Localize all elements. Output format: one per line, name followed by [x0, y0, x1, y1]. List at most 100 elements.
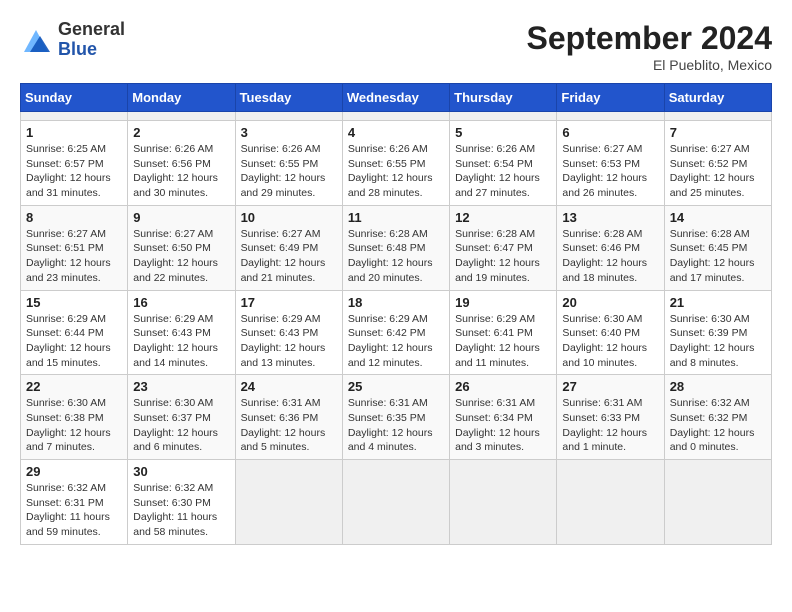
day-number: 15: [26, 295, 122, 310]
day-number: 4: [348, 125, 444, 140]
day-info: Sunrise: 6:30 AM Sunset: 6:37 PM Dayligh…: [133, 396, 229, 455]
weekday-header-saturday: Saturday: [664, 84, 771, 112]
day-info: Sunrise: 6:32 AM Sunset: 6:32 PM Dayligh…: [670, 396, 766, 455]
day-info: Sunrise: 6:27 AM Sunset: 6:51 PM Dayligh…: [26, 227, 122, 286]
calendar-cell: [557, 112, 664, 121]
day-info: Sunrise: 6:26 AM Sunset: 6:55 PM Dayligh…: [241, 142, 337, 201]
calendar-cell: 3 Sunrise: 6:26 AM Sunset: 6:55 PM Daylig…: [235, 121, 342, 206]
calendar-cell: 29 Sunrise: 6:32 AM Sunset: 6:31 PM Dayli…: [21, 460, 128, 545]
calendar-cell: [664, 112, 771, 121]
day-number: 22: [26, 379, 122, 394]
calendar-cell: 23Sunrise: 6:30 AM Sunset: 6:37 PM Dayli…: [128, 375, 235, 460]
weekday-header-wednesday: Wednesday: [342, 84, 449, 112]
day-info: Sunrise: 6:28 AM Sunset: 6:47 PM Dayligh…: [455, 227, 551, 286]
calendar-cell: 2 Sunrise: 6:26 AM Sunset: 6:56 PM Daylig…: [128, 121, 235, 206]
calendar-cell: [664, 460, 771, 545]
calendar-cell: 26Sunrise: 6:31 AM Sunset: 6:34 PM Dayli…: [450, 375, 557, 460]
day-number: 24: [241, 379, 337, 394]
day-number: 25: [348, 379, 444, 394]
calendar-cell: 19 Sunrise: 6:29 AM Sunset: 6:41 PM Dayli…: [450, 290, 557, 375]
day-number: 27: [562, 379, 658, 394]
calendar-cell: [342, 460, 449, 545]
day-info: Sunrise: 6:28 AM Sunset: 6:45 PM Dayligh…: [670, 227, 766, 286]
day-number: 11: [348, 210, 444, 225]
calendar-week-2: 8 Sunrise: 6:27 AM Sunset: 6:51 PM Daylig…: [21, 205, 772, 290]
day-info: Sunrise: 6:32 AM Sunset: 6:31 PM Dayligh…: [26, 481, 122, 540]
calendar-cell: 6 Sunrise: 6:27 AM Sunset: 6:53 PM Daylig…: [557, 121, 664, 206]
calendar-cell: 30Sunrise: 6:32 AM Sunset: 6:30 PM Dayli…: [128, 460, 235, 545]
day-info: Sunrise: 6:28 AM Sunset: 6:46 PM Dayligh…: [562, 227, 658, 286]
calendar-cell: 24Sunrise: 6:31 AM Sunset: 6:36 PM Dayli…: [235, 375, 342, 460]
day-info: Sunrise: 6:27 AM Sunset: 6:53 PM Dayligh…: [562, 142, 658, 201]
calendar-cell: 9Sunrise: 6:27 AM Sunset: 6:50 PM Daylig…: [128, 205, 235, 290]
calendar-cell: 14Sunrise: 6:28 AM Sunset: 6:45 PM Dayli…: [664, 205, 771, 290]
logo-icon: [20, 24, 52, 56]
day-number: 6: [562, 125, 658, 140]
day-number: 8: [26, 210, 122, 225]
day-number: 16: [133, 295, 229, 310]
day-number: 26: [455, 379, 551, 394]
day-info: Sunrise: 6:29 AM Sunset: 6:44 PM Dayligh…: [26, 312, 122, 371]
logo-general: General: [58, 19, 125, 39]
day-info: Sunrise: 6:30 AM Sunset: 6:38 PM Dayligh…: [26, 396, 122, 455]
calendar-table: SundayMondayTuesdayWednesdayThursdayFrid…: [20, 83, 772, 545]
calendar-cell: [557, 460, 664, 545]
calendar-cell: 18Sunrise: 6:29 AM Sunset: 6:42 PM Dayli…: [342, 290, 449, 375]
day-number: 7: [670, 125, 766, 140]
day-number: 29: [26, 464, 122, 479]
calendar-cell: 4Sunrise: 6:26 AM Sunset: 6:55 PM Daylig…: [342, 121, 449, 206]
day-info: Sunrise: 6:30 AM Sunset: 6:40 PM Dayligh…: [562, 312, 658, 371]
calendar-cell: [450, 112, 557, 121]
calendar-cell: [128, 112, 235, 121]
weekday-header-tuesday: Tuesday: [235, 84, 342, 112]
title-block: September 2024 El Pueblito, Mexico: [527, 20, 772, 73]
day-info: Sunrise: 6:27 AM Sunset: 6:52 PM Dayligh…: [670, 142, 766, 201]
location-label: El Pueblito, Mexico: [527, 57, 772, 73]
calendar-cell: 10Sunrise: 6:27 AM Sunset: 6:49 PM Dayli…: [235, 205, 342, 290]
calendar-cell: 13 Sunrise: 6:28 AM Sunset: 6:46 PM Dayli…: [557, 205, 664, 290]
logo: General Blue: [20, 20, 125, 60]
page-header: General Blue September 2024 El Pueblito,…: [20, 20, 772, 73]
day-number: 2: [133, 125, 229, 140]
calendar-cell: 20Sunrise: 6:30 AM Sunset: 6:40 PM Dayli…: [557, 290, 664, 375]
calendar-cell: 15 Sunrise: 6:29 AM Sunset: 6:44 PM Dayli…: [21, 290, 128, 375]
calendar-cell: 25Sunrise: 6:31 AM Sunset: 6:35 PM Dayli…: [342, 375, 449, 460]
calendar-cell: 16 Sunrise: 6:29 AM Sunset: 6:43 PM Dayli…: [128, 290, 235, 375]
day-number: 21: [670, 295, 766, 310]
calendar-cell: 17Sunrise: 6:29 AM Sunset: 6:43 PM Dayli…: [235, 290, 342, 375]
calendar-cell: [235, 112, 342, 121]
calendar-cell: 22 Sunrise: 6:30 AM Sunset: 6:38 PM Dayli…: [21, 375, 128, 460]
day-number: 19: [455, 295, 551, 310]
calendar-cell: 21 Sunrise: 6:30 AM Sunset: 6:39 PM Dayli…: [664, 290, 771, 375]
day-number: 12: [455, 210, 551, 225]
day-info: Sunrise: 6:26 AM Sunset: 6:56 PM Dayligh…: [133, 142, 229, 201]
day-info: Sunrise: 6:32 AM Sunset: 6:30 PM Dayligh…: [133, 481, 229, 540]
calendar-cell: [21, 112, 128, 121]
day-info: Sunrise: 6:27 AM Sunset: 6:49 PM Dayligh…: [241, 227, 337, 286]
day-number: 3: [241, 125, 337, 140]
calendar-cell: 8 Sunrise: 6:27 AM Sunset: 6:51 PM Daylig…: [21, 205, 128, 290]
day-number: 17: [241, 295, 337, 310]
day-number: 5: [455, 125, 551, 140]
day-info: Sunrise: 6:28 AM Sunset: 6:48 PM Dayligh…: [348, 227, 444, 286]
day-info: Sunrise: 6:29 AM Sunset: 6:43 PM Dayligh…: [133, 312, 229, 371]
weekday-header-monday: Monday: [128, 84, 235, 112]
calendar-week-1: 1Sunrise: 6:25 AM Sunset: 6:57 PM Daylig…: [21, 121, 772, 206]
day-info: Sunrise: 6:30 AM Sunset: 6:39 PM Dayligh…: [670, 312, 766, 371]
day-info: Sunrise: 6:31 AM Sunset: 6:33 PM Dayligh…: [562, 396, 658, 455]
weekday-header-row: SundayMondayTuesdayWednesdayThursdayFrid…: [21, 84, 772, 112]
calendar-cell: 12 Sunrise: 6:28 AM Sunset: 6:47 PM Dayli…: [450, 205, 557, 290]
calendar-cell: 27 Sunrise: 6:31 AM Sunset: 6:33 PM Dayli…: [557, 375, 664, 460]
calendar-cell: [450, 460, 557, 545]
calendar-cell: 5 Sunrise: 6:26 AM Sunset: 6:54 PM Daylig…: [450, 121, 557, 206]
day-number: 28: [670, 379, 766, 394]
calendar-cell: [235, 460, 342, 545]
weekday-header-friday: Friday: [557, 84, 664, 112]
day-info: Sunrise: 6:29 AM Sunset: 6:41 PM Dayligh…: [455, 312, 551, 371]
day-number: 13: [562, 210, 658, 225]
day-info: Sunrise: 6:26 AM Sunset: 6:54 PM Dayligh…: [455, 142, 551, 201]
day-info: Sunrise: 6:25 AM Sunset: 6:57 PM Dayligh…: [26, 142, 122, 201]
calendar-week-3: 15 Sunrise: 6:29 AM Sunset: 6:44 PM Dayli…: [21, 290, 772, 375]
day-info: Sunrise: 6:27 AM Sunset: 6:50 PM Dayligh…: [133, 227, 229, 286]
calendar-cell: 28 Sunrise: 6:32 AM Sunset: 6:32 PM Dayli…: [664, 375, 771, 460]
